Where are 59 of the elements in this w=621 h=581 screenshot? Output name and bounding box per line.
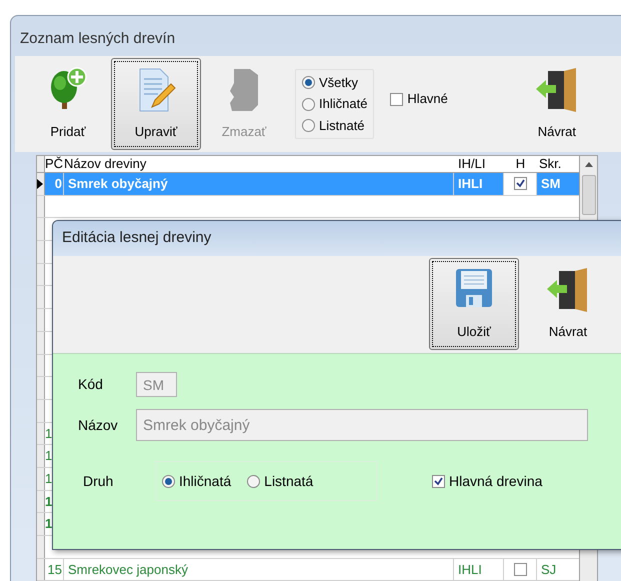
table-cell-text: SJ [540,560,558,579]
radio-option[interactable]: Ihličnatá [162,470,232,492]
column-header[interactable]: IH/LI [454,156,504,172]
radio-option[interactable]: Listnaté [302,116,368,136]
checkbox-icon[interactable] [514,563,526,576]
table-cell: IHLI [454,558,504,580]
checkbox-option[interactable]: Hlavná drevina [432,470,542,492]
field-label: Druh [82,472,114,490]
toolbar-button[interactable]: Uložiť [429,258,519,350]
radio-option[interactable]: Ihličnaté [302,94,368,114]
row-selector-cell[interactable] [37,354,45,376]
column-header[interactable]: Názov dreviny [64,156,454,172]
toolbar-button[interactable]: Upraviť [111,58,201,150]
row-selector-cell[interactable] [37,422,45,444]
scroll-up-icon[interactable] [584,162,592,167]
row-selector-cell[interactable] [37,309,45,331]
field-label: Kód [78,375,104,394]
row-selector-cell[interactable] [37,264,45,286]
table-cell: 0 [45,173,64,195]
row-selector-cell[interactable] [37,513,45,535]
table-cell-text: 1 [45,424,54,443]
table-cell: Smrek obyčajný [64,173,454,195]
row-selector-cell[interactable] [37,173,45,195]
row-pointer-icon [37,178,43,189]
dialog-title: Editácia lesnej dreviny [62,228,212,248]
table-cell: 15 [45,558,64,580]
column-header[interactable]: Skr. [537,156,579,172]
table-row[interactable]: 15 Smrekovec japonský IHLI SJ [37,558,579,581]
checkbox-icon[interactable] [514,177,526,190]
row-selector-cell[interactable] [37,558,45,580]
row-selector-cell[interactable] [37,241,45,263]
row-selector-cell[interactable] [37,400,45,422]
toolbar-button[interactable]: Pridať [33,58,103,150]
radio-option[interactable]: Všetky [302,72,368,92]
checkbox-option[interactable]: Hlavné [390,89,448,109]
table-cell: Smrekovec japonský [64,558,454,580]
row-selector-cell[interactable] [37,218,45,240]
tree-plus-icon [48,67,88,111]
row-selector-cell[interactable] [37,286,45,308]
table-cell-text: 1 [45,492,54,511]
toolbar-button[interactable]: Návrat [522,58,592,150]
column-header[interactable]: H [504,156,537,172]
row-selector-cell[interactable] [37,332,45,354]
row-selector-cell[interactable] [37,377,45,399]
table-cell-text: 1 [45,470,54,488]
field-label: Názov [78,416,119,434]
row-selector-cell[interactable] [37,196,45,218]
row-selector-cell[interactable] [37,445,45,467]
table-cell-text: SM [540,175,562,193]
scroll-thumb[interactable] [582,175,596,215]
row-selector-cell[interactable] [37,536,45,558]
column-header[interactable]: PČ [45,156,64,172]
table-cell-text: 1 [45,515,54,534]
toolbar-button[interactable]: Návrat [533,258,603,350]
row-selector-cell[interactable] [37,490,45,512]
radio-option[interactable]: Listnatá [247,470,314,492]
table-cell-text: 1 [45,447,54,466]
window-title: Zoznam lesných drevín [20,28,176,49]
row-selector-cell[interactable] [37,468,45,490]
